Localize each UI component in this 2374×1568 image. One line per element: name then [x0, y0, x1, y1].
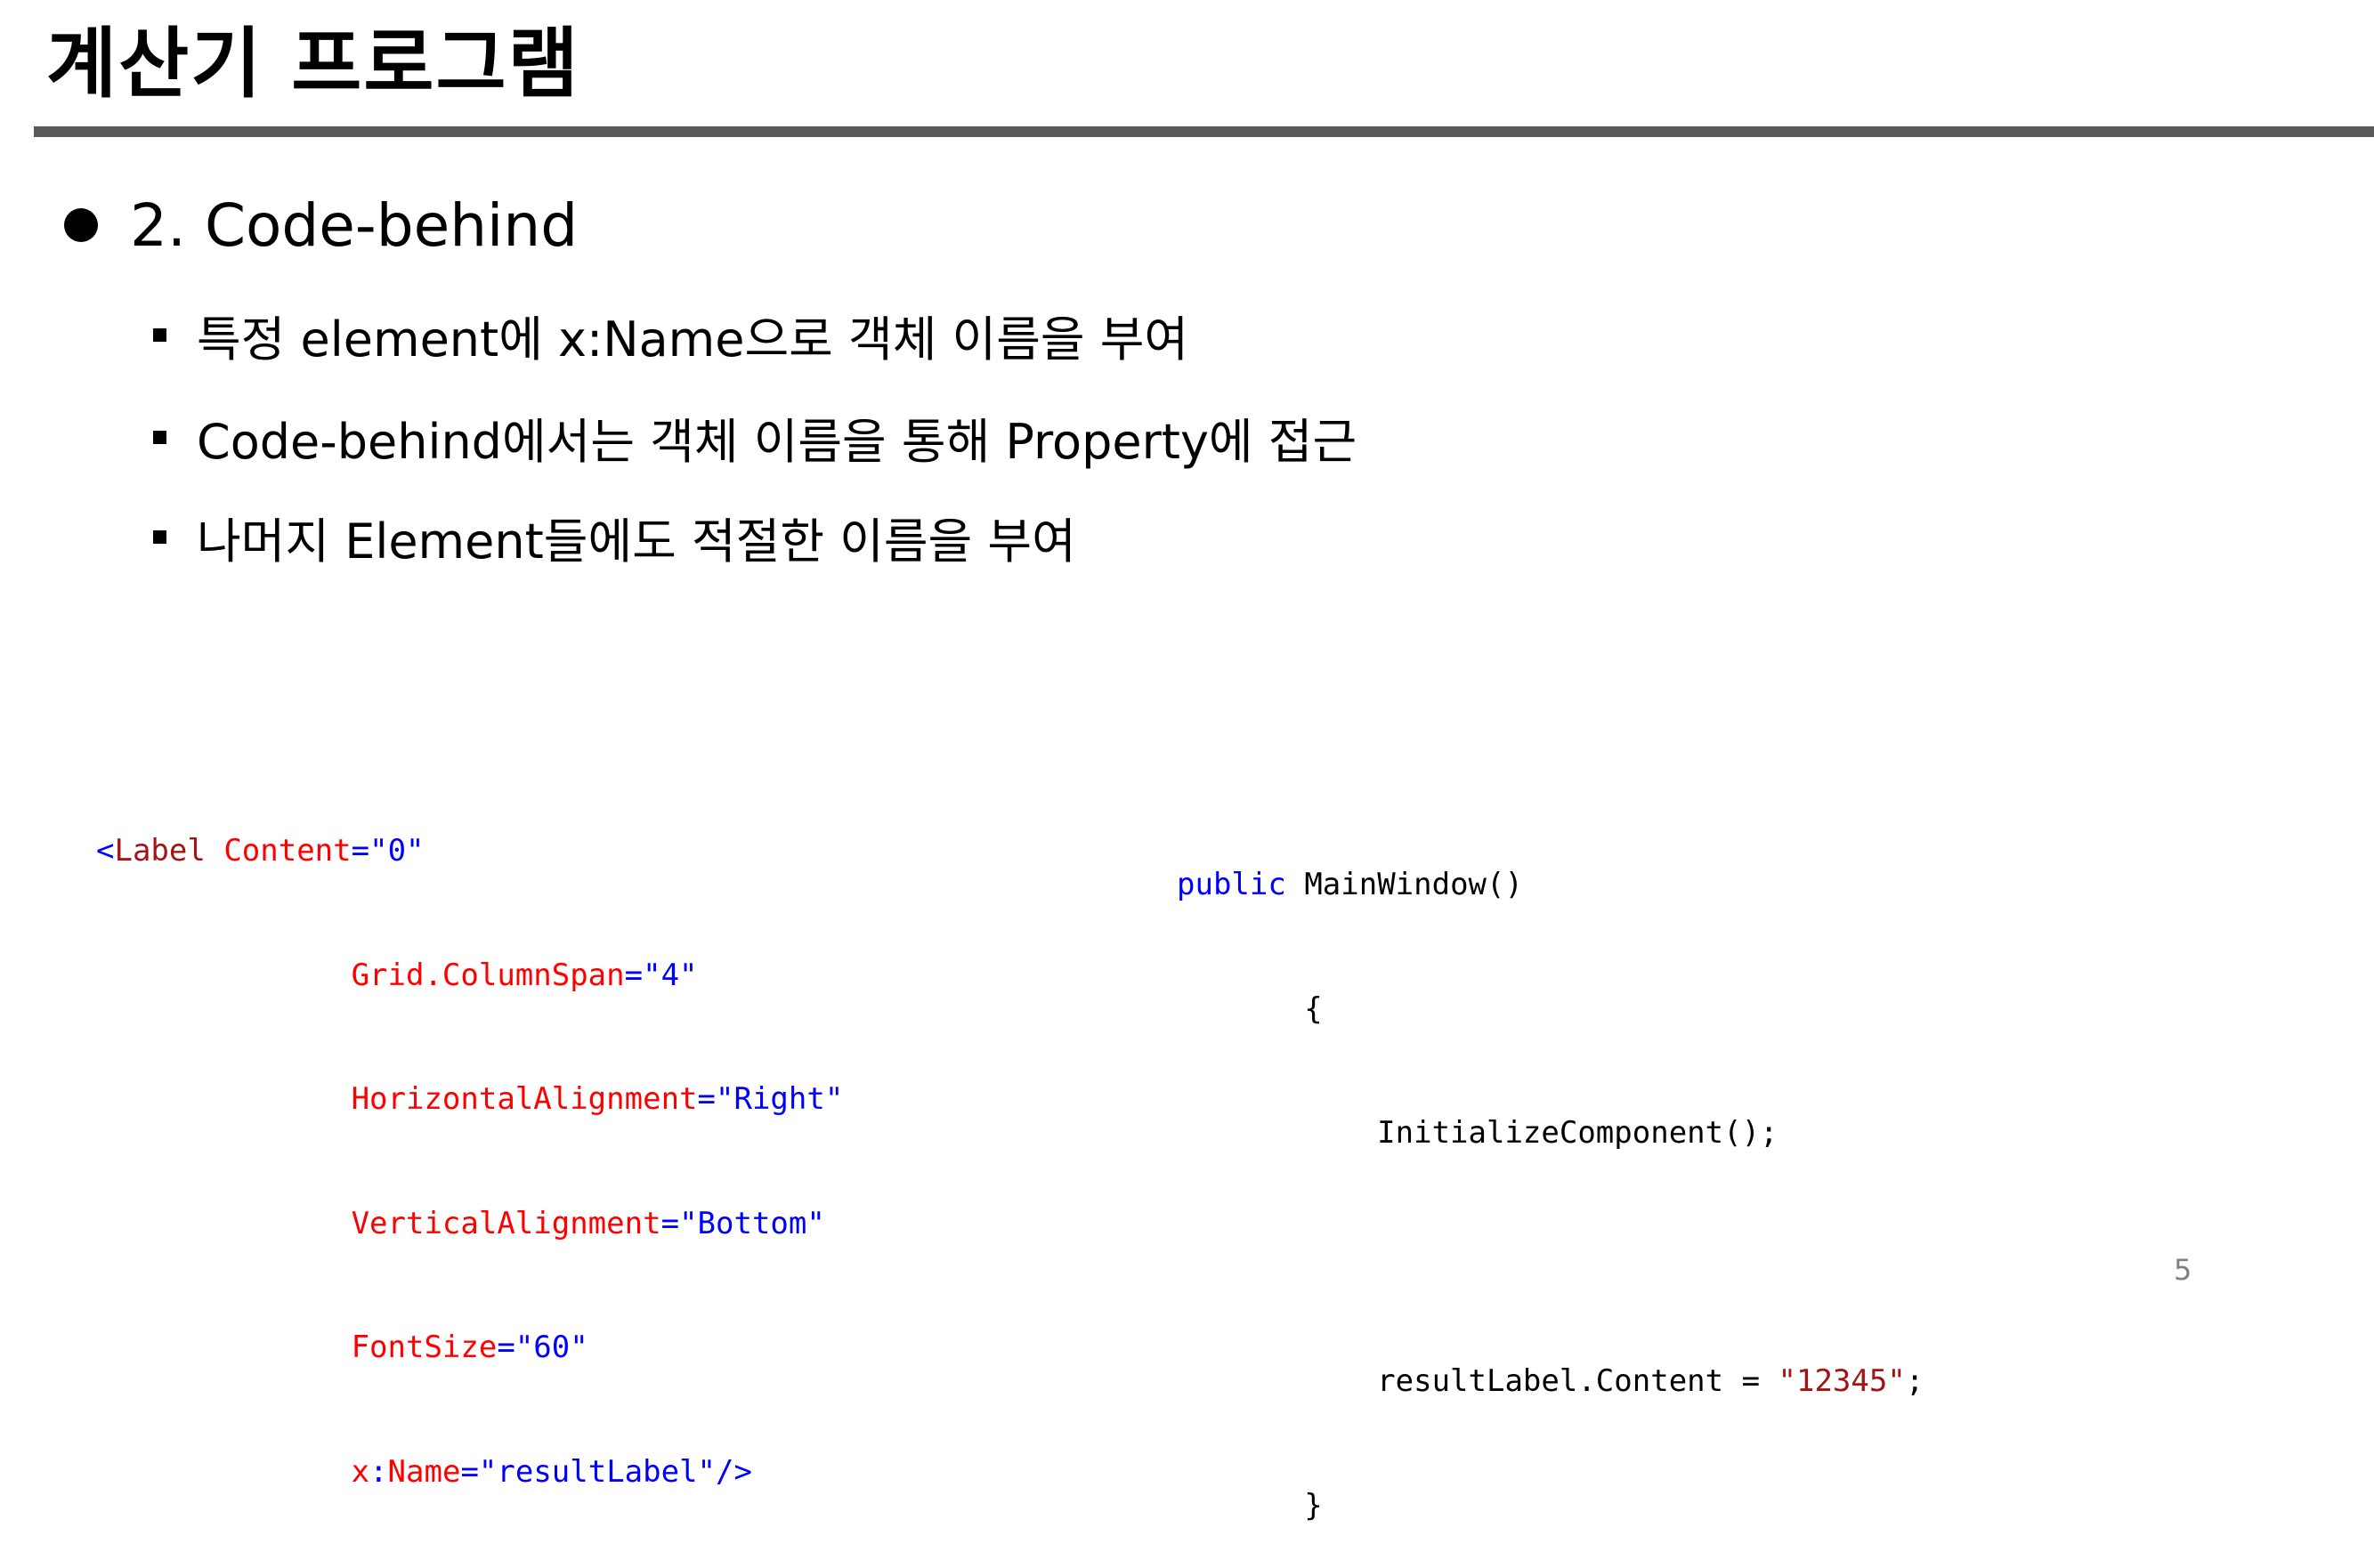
sub-bullet-text: 나머지 Element들에도 적절한 이름을 부여 [197, 513, 1076, 570]
code-token: InitializeComponent(); [1377, 1115, 1778, 1151]
code-token: "Bottom" [679, 1205, 825, 1241]
code-line: HorizontalAlignment="Right" [96, 1079, 844, 1120]
code-token: public [1177, 867, 1286, 902]
bullet-dot-icon [64, 208, 98, 242]
code-token: = [460, 1453, 479, 1490]
code-line: VerticalAlignment="Bottom" [96, 1203, 843, 1245]
code-token: = [624, 957, 644, 993]
code-token: Content [223, 833, 352, 869]
code-token: Grid.ColumnSpan [351, 957, 625, 993]
code-token: x [351, 1453, 370, 1490]
code-token: { [1304, 990, 1323, 1027]
main-bullet: 2. Code-behind [64, 185, 578, 265]
square-bullet-icon [153, 430, 166, 444]
code-token: "0" [369, 833, 425, 869]
title-divider [34, 126, 2374, 137]
code-token: VerticalAlignment [351, 1205, 661, 1241]
code-token: < [96, 833, 115, 869]
code-line: <Label Content="0" [96, 830, 843, 872]
slide-title: 계산기 프로그램 [46, 20, 580, 109]
code-line: FontSize="60" [96, 1327, 843, 1369]
page-number: 5 [2174, 1253, 2192, 1287]
main-bullet-text: 2. Code-behind [130, 190, 579, 260]
csharp-code-block: public MainWindow() { InitializeComponen… [1177, 781, 1924, 1568]
code-token: "resultLabel" [478, 1453, 717, 1490]
code-token: : [369, 1453, 388, 1490]
code-token: = [660, 1205, 680, 1241]
square-bullet-icon [153, 529, 166, 544]
sub-bullet-2: Code-behind에서는 객체 이름을 통해 Property에 접근 [153, 401, 1357, 473]
square-bullet-icon [153, 327, 166, 342]
code-line: resultLabel.Content = "12345"; [1177, 1361, 1924, 1402]
code-token: MainWindow() [1304, 867, 1523, 902]
xaml-code-block: <Label Content="0" Grid.ColumnSpan="4" H… [96, 748, 843, 1534]
code-token: = [351, 833, 370, 869]
sub-bullet-text: 특정 element에 x:Name으로 객체 이름을 부여 [197, 311, 1189, 368]
code-line: { [1177, 989, 1924, 1031]
code-token: /> [716, 1453, 752, 1490]
code-token: Name [387, 1453, 461, 1490]
code-token: "12345" [1778, 1363, 1906, 1399]
code-token: HorizontalAlignment [351, 1081, 698, 1117]
code-token: "60" [515, 1330, 588, 1365]
code-line: } [1177, 1485, 1924, 1527]
code-token: "Right" [716, 1081, 844, 1117]
code-token: } [1304, 1487, 1323, 1524]
code-token: = [497, 1330, 515, 1365]
code-token: = [697, 1081, 716, 1117]
code-line: InitializeComponent(); [1177, 1112, 1924, 1154]
sub-bullet-1: 특정 element에 x:Name으로 객체 이름을 부여 [153, 299, 1188, 370]
sub-bullet-3: 나머지 Element들에도 적절한 이름을 부여 [153, 501, 1076, 572]
code-line: x:Name="resultLabel"/> [96, 1451, 843, 1493]
code-token: FontSize [351, 1330, 498, 1365]
code-line: public MainWindow() [1177, 864, 1924, 906]
code-token: resultLabel.Content = [1377, 1363, 1778, 1399]
code-token: Label [114, 833, 206, 869]
code-token: "4" [643, 957, 698, 993]
code-line: Grid.ColumnSpan="4" [96, 955, 843, 997]
sub-bullet-text: Code-behind에서는 객체 이름을 통해 Property에 접근 [197, 413, 1357, 470]
code-token: ; [1905, 1363, 1924, 1399]
